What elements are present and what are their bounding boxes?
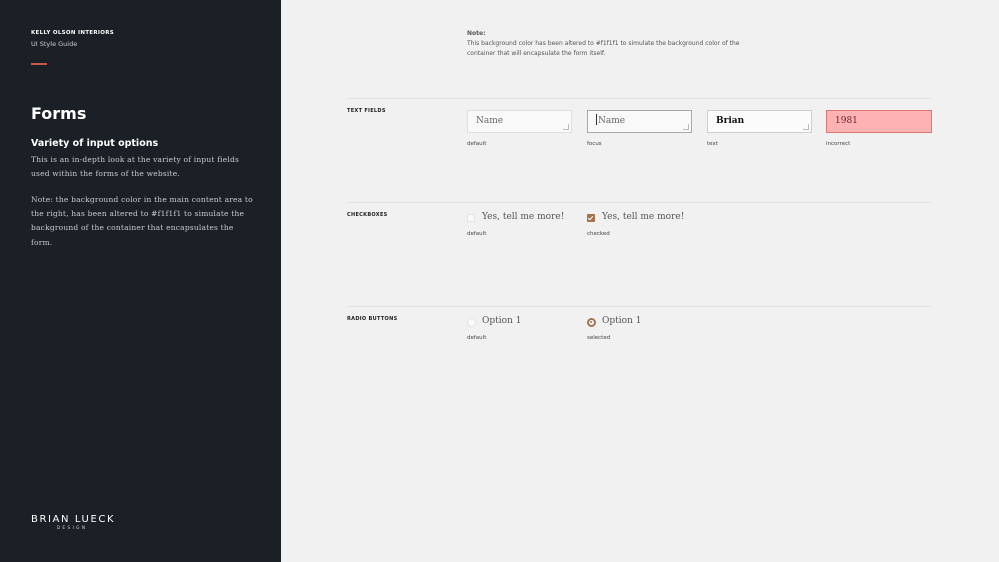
state-label-default: default [467,141,487,147]
state-label-default: default [467,231,487,237]
text-field-placeholder: Name [476,116,504,126]
text-field-incorrect[interactable]: 1981 [826,110,932,133]
note-text: This background color has been altered t… [467,40,740,57]
radio-label[interactable]: Option 1 [602,316,641,326]
state-label-selected: selected [587,335,611,341]
section-divider [347,306,932,307]
text-field-placeholder: Name [598,116,626,126]
resize-handle-icon[interactable] [803,124,809,130]
text-field-value: Brian [716,116,745,126]
checkbox-label[interactable]: Yes, tell me more! [482,212,564,222]
state-label-default: default [467,335,487,341]
radio-label[interactable]: Option 1 [482,316,521,326]
state-label-text: text [707,141,718,147]
sidebar: KELLY OLSON INTERIORS UI Style Guide For… [0,0,281,562]
accent-divider [31,63,47,65]
radio-buttons-label: RADIO BUTTONS [347,316,398,322]
logo-tagline: DESIGN [56,526,88,531]
text-field-filled[interactable]: Brian [707,110,812,133]
checkbox-label[interactable]: Yes, tell me more! [602,212,684,222]
page-title: Forms [31,104,87,123]
section-divider [347,98,932,99]
text-field-default[interactable]: Name [467,110,572,133]
style-guide-label: UI Style Guide [31,40,78,48]
checkbox-checked[interactable] [587,214,595,222]
section-divider [347,202,932,203]
text-fields-label: TEXT FIELDS [347,108,386,114]
resize-handle-icon[interactable] [683,124,689,130]
state-label-incorrect: incorrect [826,141,851,147]
page-subtitle: Variety of input options [31,138,159,149]
brand-name: KELLY OLSON INTERIORS [31,30,115,36]
checkboxes-label: CHECKBOXES [347,212,388,218]
text-field-focus[interactable]: Name [587,110,692,133]
background-note-paragraph: Note: the background color in the main c… [31,195,253,247]
radio-unselected[interactable] [467,318,476,327]
intro-paragraph: This is an in-depth look at the variety … [31,155,240,179]
text-cursor-icon [596,114,597,125]
resize-handle-icon[interactable] [563,124,569,130]
designer-logo: BRIAN LUECK DESIGN [31,514,116,531]
state-label-checked: checked [587,231,610,237]
state-label-focus: focus [587,141,602,147]
radio-selected[interactable] [587,318,596,327]
text-field-value: 1981 [835,116,858,126]
checkbox-unchecked[interactable] [467,214,475,222]
note-title: Note: [467,30,486,37]
logo-wordmark: BRIAN LUECK [31,514,116,525]
